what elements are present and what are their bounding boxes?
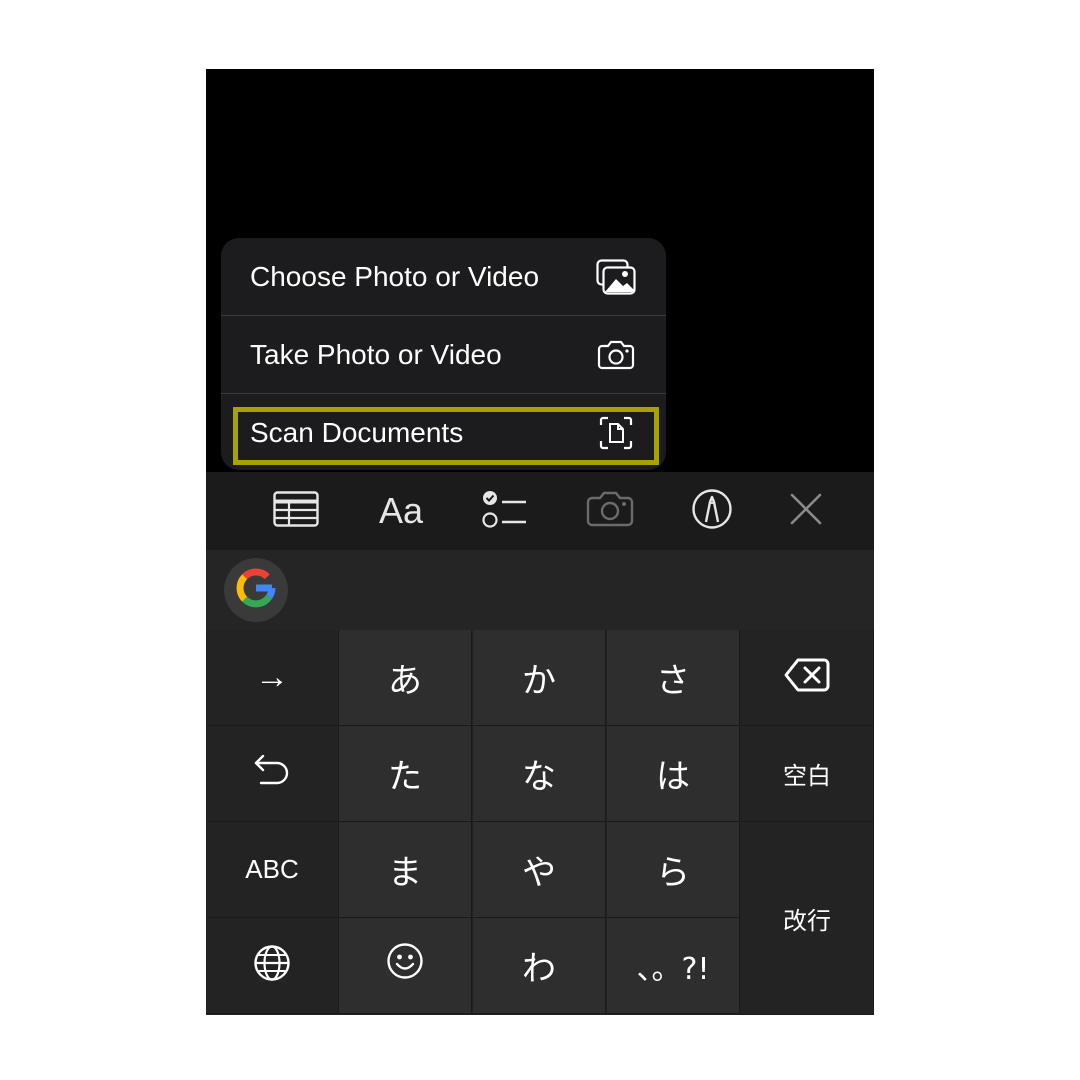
google-button[interactable] <box>224 558 288 622</box>
space-key[interactable]: 空白 <box>741 726 874 822</box>
menu-item-label: Take Photo or Video <box>250 339 502 370</box>
markup-button[interactable] <box>672 472 752 550</box>
camera-button[interactable] <box>570 472 650 550</box>
undo-key[interactable] <box>206 726 339 822</box>
camera-icon <box>596 335 636 375</box>
key-sa[interactable]: さ <box>607 630 740 726</box>
camera-icon <box>586 491 634 532</box>
menu-item-label: Choose Photo or Video <box>250 261 540 292</box>
undo-icon <box>253 752 291 795</box>
format-text-icon: Aa <box>378 490 424 531</box>
emoji-icon <box>386 942 424 989</box>
table-button[interactable] <box>256 472 336 550</box>
globe-key[interactable] <box>206 918 339 1014</box>
menu-item-label: Scan Documents <box>250 417 464 448</box>
attachment-menu: Choose Photo or Video Take Photo or Vide… <box>221 238 666 470</box>
close-icon <box>789 492 823 531</box>
key-ta[interactable]: た <box>339 726 472 822</box>
next-candidate-key[interactable]: → <box>206 630 339 726</box>
take-photo-or-video-item[interactable]: Take Photo or Video <box>221 316 666 394</box>
google-logo-icon <box>236 568 276 613</box>
table-icon <box>273 490 319 532</box>
photo-library-icon <box>596 257 636 297</box>
markup-pen-icon <box>691 488 733 535</box>
notes-toolbar: Aa <box>206 472 874 550</box>
key-ha[interactable]: は <box>607 726 740 822</box>
key-ya[interactable]: や <box>473 822 606 918</box>
emoji-key[interactable] <box>339 918 472 1014</box>
abc-key[interactable]: ABC <box>206 822 339 918</box>
key-ra[interactable]: ら <box>607 822 740 918</box>
backspace-key[interactable] <box>741 630 874 726</box>
globe-icon <box>253 944 291 987</box>
scan-document-icon <box>596 413 636 453</box>
choose-photo-or-video-item[interactable]: Choose Photo or Video <box>221 238 666 316</box>
suggestion-bar <box>206 550 874 630</box>
format-button[interactable]: Aa <box>361 472 441 550</box>
enter-key[interactable]: 改行 <box>741 822 874 1015</box>
key-a[interactable]: あ <box>339 630 472 726</box>
close-toolbar-button[interactable] <box>766 472 846 550</box>
key-wa[interactable]: わ <box>473 918 606 1014</box>
japanese-kana-keyboard: → あ か さ た な は 空白 ABC ま や ら 改行 わ 、。?! <box>206 630 874 1015</box>
scan-documents-item[interactable]: Scan Documents <box>221 394 666 470</box>
key-na[interactable]: な <box>473 726 606 822</box>
checklist-icon <box>482 489 528 534</box>
phone-screen: Choose Photo or Video Take Photo or Vide… <box>206 69 874 1015</box>
key-ka[interactable]: か <box>473 630 606 726</box>
checklist-button[interactable] <box>465 472 545 550</box>
backspace-icon <box>784 658 830 697</box>
punctuation-key[interactable]: 、。?! <box>607 918 740 1014</box>
key-ma[interactable]: ま <box>339 822 472 918</box>
